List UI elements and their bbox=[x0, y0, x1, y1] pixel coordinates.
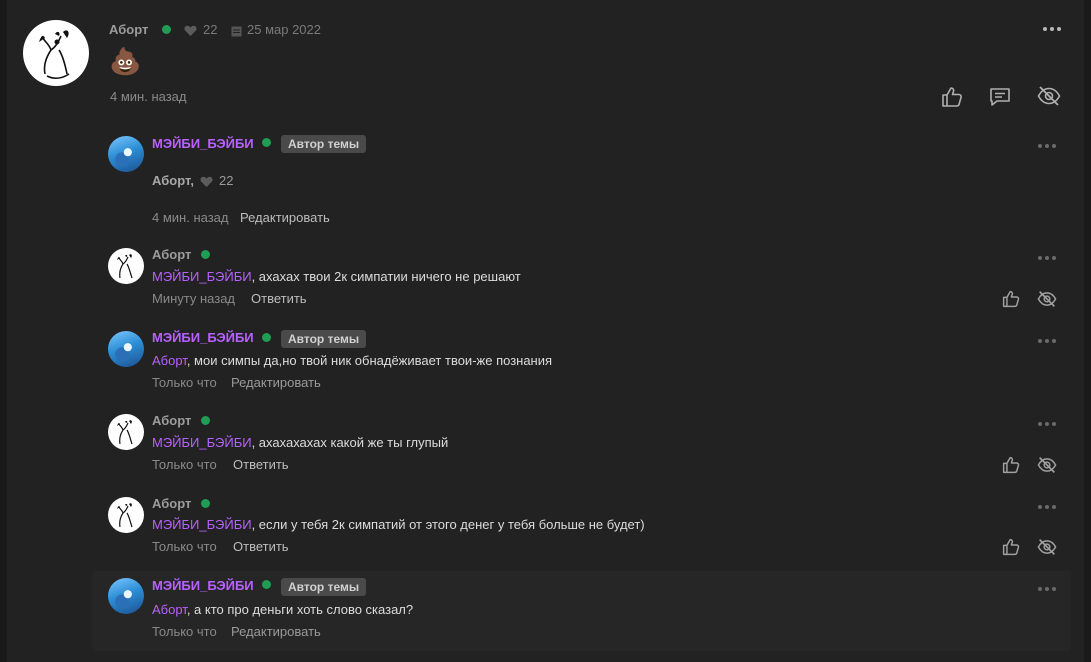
hide-icon[interactable] bbox=[1037, 290, 1057, 313]
mention[interactable]: МЭЙБИ_БЭЙБИ bbox=[152, 269, 252, 284]
topic-author-badge: Автор темы bbox=[281, 578, 367, 596]
reply-more-icon[interactable] bbox=[1038, 505, 1056, 509]
ghost-drawing-icon bbox=[117, 420, 133, 445]
mention[interactable]: МЭЙБИ_БЭЙБИ bbox=[152, 517, 252, 532]
like-icon[interactable] bbox=[1002, 290, 1020, 313]
reply-time: Минуту назад bbox=[152, 291, 236, 306]
online-indicator bbox=[201, 499, 210, 508]
reply-avatar[interactable] bbox=[108, 578, 144, 614]
reply-link[interactable]: Ответить bbox=[251, 291, 307, 306]
reply-more-icon[interactable] bbox=[1038, 339, 1056, 343]
online-indicator bbox=[162, 25, 171, 34]
reply-time: Только что bbox=[152, 624, 217, 639]
reply-more-icon[interactable] bbox=[1038, 422, 1056, 426]
reply-message: МЭЙБИ_БЭЙБИ, если у тебя 2к симпатий от … bbox=[152, 517, 645, 532]
quote-likes: 22 bbox=[219, 173, 234, 188]
main-post-content: 💩 bbox=[109, 46, 142, 76]
edit-link[interactable]: Редактировать bbox=[231, 624, 321, 639]
hide-icon[interactable] bbox=[1037, 538, 1057, 561]
reply-avatar[interactable] bbox=[108, 414, 144, 450]
comment-icon[interactable] bbox=[989, 86, 1011, 113]
ghost-drawing-icon bbox=[117, 503, 133, 528]
main-post-more-icon[interactable] bbox=[1043, 27, 1061, 31]
reply-author[interactable]: Аборт bbox=[152, 413, 191, 428]
main-post-likes: 22 bbox=[203, 22, 218, 37]
reply-more-icon[interactable] bbox=[1038, 256, 1056, 260]
reply-message: МЭЙБИ_БЭЙБИ, ахахахахах какой же ты глуп… bbox=[152, 435, 449, 450]
reply-avatar[interactable] bbox=[108, 136, 144, 172]
thread-frame: Аборт 22 25 мар 2022 💩 4 мин. назад МЭЙБ… bbox=[0, 0, 1091, 662]
topic-author-badge: Автор темы bbox=[281, 135, 367, 153]
topic-author-badge: Автор темы bbox=[281, 330, 367, 348]
reply-time: Только что bbox=[152, 457, 217, 472]
online-indicator bbox=[201, 416, 210, 425]
edit-link[interactable]: Редактировать bbox=[231, 375, 321, 390]
quote-author[interactable]: Аборт, bbox=[152, 173, 194, 188]
reply-author[interactable]: Аборт bbox=[152, 496, 191, 511]
reply-avatar[interactable] bbox=[108, 248, 144, 284]
mention[interactable]: Аборт bbox=[152, 353, 187, 368]
calendar-icon bbox=[231, 24, 242, 42]
reply-avatar[interactable] bbox=[108, 497, 144, 533]
reply-time: Только что bbox=[152, 539, 217, 554]
main-post-time: 4 мин. назад bbox=[110, 89, 187, 104]
edit-link[interactable]: Редактировать bbox=[240, 210, 330, 225]
main-post-date: 25 мар 2022 bbox=[247, 22, 322, 37]
reply-time: 4 мин. назад bbox=[152, 210, 229, 225]
reply-avatar[interactable] bbox=[108, 331, 144, 367]
online-indicator bbox=[201, 250, 210, 259]
reply-link[interactable]: Ответить bbox=[233, 539, 289, 554]
like-icon[interactable] bbox=[941, 86, 963, 113]
reply-time: Только что bbox=[152, 375, 217, 390]
reply-author[interactable]: Аборт bbox=[152, 247, 191, 262]
mention[interactable]: МЭЙБИ_БЭЙБИ bbox=[152, 435, 252, 450]
reply-message: Аборт, мои симпы да,но твой ник обнадёжи… bbox=[152, 353, 553, 368]
reply-link[interactable]: Ответить bbox=[233, 457, 289, 472]
online-indicator bbox=[262, 333, 271, 342]
heart-icon bbox=[200, 175, 213, 193]
main-post-avatar[interactable] bbox=[23, 20, 89, 86]
reply-more-icon[interactable] bbox=[1038, 587, 1056, 591]
mention[interactable]: Аборт bbox=[152, 602, 187, 617]
main-post-author[interactable]: Аборт bbox=[109, 22, 148, 37]
ghost-drawing-icon bbox=[117, 254, 133, 279]
hide-icon[interactable] bbox=[1037, 85, 1061, 112]
heart-icon bbox=[184, 24, 197, 42]
reply-author[interactable]: МЭЙБИ_БЭЙБИ bbox=[152, 136, 254, 151]
ghost-drawing-icon bbox=[39, 30, 70, 79]
reply-author[interactable]: МЭЙБИ_БЭЙБИ bbox=[152, 578, 254, 593]
reply-message: МЭЙБИ_БЭЙБИ, ахахах твои 2к симпатии нич… bbox=[152, 269, 521, 284]
like-icon[interactable] bbox=[1002, 456, 1020, 479]
reply-author[interactable]: МЭЙБИ_БЭЙБИ bbox=[152, 330, 254, 345]
reply-message: Аборт, а кто про деньги хоть слово сказа… bbox=[152, 602, 414, 617]
online-indicator bbox=[262, 138, 271, 147]
hide-icon[interactable] bbox=[1037, 456, 1057, 479]
online-indicator bbox=[262, 580, 271, 589]
like-icon[interactable] bbox=[1002, 538, 1020, 561]
reply-more-icon[interactable] bbox=[1038, 144, 1056, 148]
